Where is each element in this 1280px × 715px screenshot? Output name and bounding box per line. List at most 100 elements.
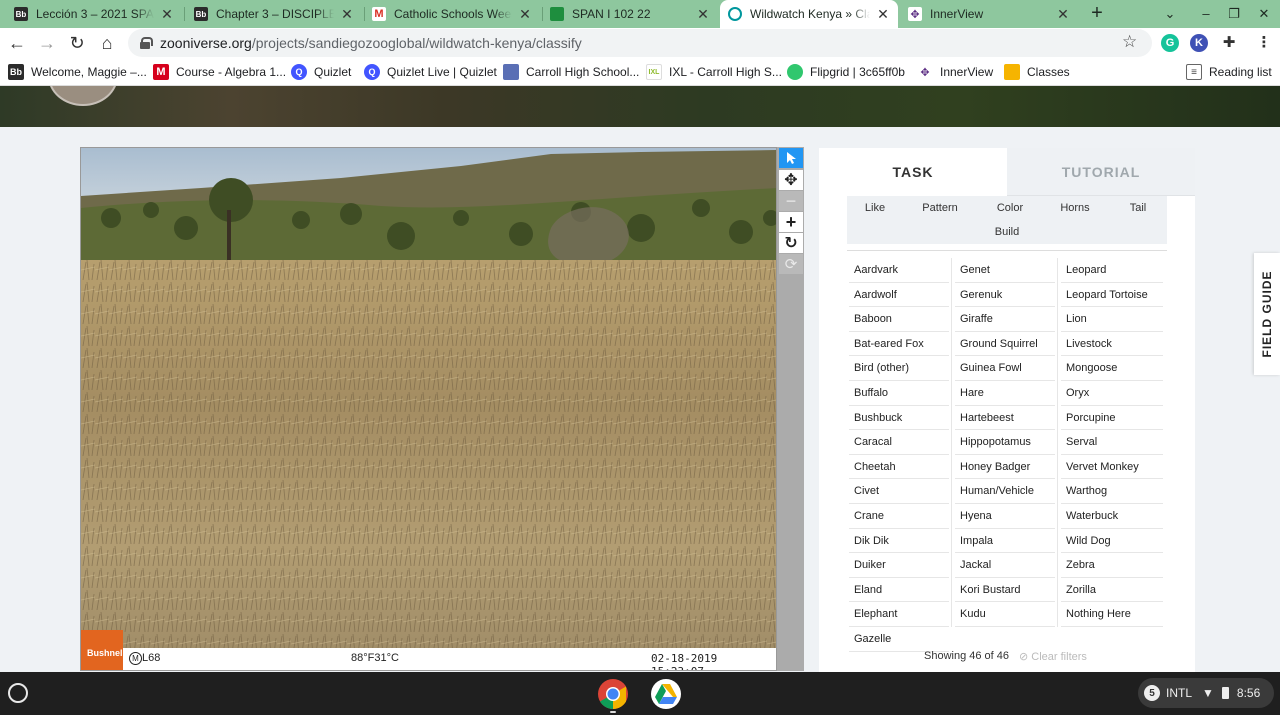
restore-icon[interactable]: ❐	[1220, 0, 1248, 28]
species-option[interactable]: Crane	[847, 504, 951, 528]
tab-catholic-schools-week[interactable]: M Catholic Schools Week ✕	[364, 0, 540, 28]
bookmark-quizlet-live[interactable]: Q Quizlet Live | Quizlet	[364, 58, 497, 86]
google-drive-icon[interactable]	[650, 678, 682, 710]
kami-icon[interactable]: K	[1190, 34, 1208, 52]
close-icon[interactable]: ✕	[696, 6, 710, 23]
tab-span-i[interactable]: SPAN I 102 22 ✕	[542, 0, 718, 28]
species-option[interactable]: Baboon	[847, 307, 951, 331]
launcher-icon[interactable]	[8, 683, 28, 703]
close-icon[interactable]: ✕	[1056, 6, 1070, 23]
grammarly-icon[interactable]: G	[1161, 34, 1179, 52]
bookmark-flipgrid[interactable]: Flipgrid | 3c65ff0b	[787, 58, 905, 86]
species-option[interactable]: Hippopotamus	[953, 430, 1057, 454]
species-option[interactable]: Jackal	[953, 553, 1057, 577]
bookmark-star-icon[interactable]: ☆	[1122, 32, 1137, 52]
bookmark-quizlet[interactable]: Q Quizlet	[291, 58, 351, 86]
species-option[interactable]: Kori Bustard	[953, 578, 1057, 602]
close-icon[interactable]: ✕	[876, 6, 890, 23]
filter-build[interactable]: Build	[847, 220, 1167, 244]
species-option[interactable]: Hyena	[953, 504, 1057, 528]
field-guide-tab[interactable]: FIELD GUIDE	[1254, 253, 1280, 375]
close-icon[interactable]: ✕	[340, 6, 354, 23]
tab-wildwatch-kenya[interactable]: Wildwatch Kenya » Classify ✕	[720, 0, 898, 28]
extensions-icon[interactable]: ✚	[1220, 34, 1238, 52]
species-option[interactable]: Gerenuk	[953, 283, 1057, 307]
species-option[interactable]: Lion	[1059, 307, 1165, 331]
tab-chapter-3[interactable]: Bb Chapter 3 – DISCIPLESHIP ✕	[186, 0, 362, 28]
species-option[interactable]: Livestock	[1059, 332, 1165, 356]
species-option[interactable]: Elephant	[847, 602, 951, 626]
zoom-out-icon[interactable]: −	[779, 191, 803, 211]
close-window-icon[interactable]: ✕	[1250, 0, 1278, 28]
species-option[interactable]: Duiker	[847, 553, 951, 577]
address-bar[interactable]: zooniverse.org/projects/sandiegozoogloba…	[128, 29, 1152, 57]
reading-list[interactable]: ≡ Reading list	[1186, 58, 1272, 86]
reload-icon[interactable]: ↻	[64, 30, 90, 56]
minimize-icon[interactable]: –	[1192, 0, 1220, 28]
species-option[interactable]: Guinea Fowl	[953, 356, 1057, 380]
menu-icon[interactable]: ⋮	[1255, 34, 1273, 52]
new-tab-button[interactable]: +	[1086, 0, 1108, 28]
bookmark-welcome[interactable]: Bb Welcome, Maggie –...	[8, 58, 147, 86]
close-icon[interactable]: ✕	[518, 6, 532, 23]
move-icon[interactable]: ✥	[779, 170, 803, 190]
species-option[interactable]: Nothing Here	[1059, 602, 1165, 626]
species-option[interactable]: Zorilla	[1059, 578, 1165, 602]
tab-task[interactable]: TASK	[819, 148, 1007, 196]
species-option[interactable]: Ground Squirrel	[953, 332, 1057, 356]
species-option[interactable]: Mongoose	[1059, 356, 1165, 380]
species-option[interactable]: Aardwolf	[847, 283, 951, 307]
bookmark-carroll-high[interactable]: Carroll High School...	[503, 58, 639, 86]
filter-pattern[interactable]: Pattern	[907, 196, 973, 220]
species-option[interactable]: Kudu	[953, 602, 1057, 626]
status-area[interactable]: 5 INTL ▼ 8:56	[1138, 678, 1274, 708]
tab-tutorial[interactable]: TUTORIAL	[1007, 148, 1195, 196]
close-icon[interactable]: ✕	[160, 6, 174, 23]
filter-tail[interactable]: Tail	[1109, 196, 1167, 220]
filter-like[interactable]: Like	[847, 196, 903, 220]
species-option[interactable]: Warthog	[1059, 479, 1165, 503]
reset-icon[interactable]: ⟳	[779, 254, 803, 274]
species-option[interactable]: Impala	[953, 529, 1057, 553]
species-option[interactable]: Waterbuck	[1059, 504, 1165, 528]
tab-search-icon[interactable]: ⌄	[1156, 0, 1184, 28]
species-option[interactable]: Human/Vehicle	[953, 479, 1057, 503]
species-option[interactable]: Buffalo	[847, 381, 951, 405]
select-pointer-icon[interactable]	[779, 148, 803, 168]
species-option[interactable]: Honey Badger	[953, 455, 1057, 479]
species-option[interactable]: Gazelle	[847, 627, 951, 651]
bookmark-classes[interactable]: Classes	[1004, 58, 1070, 86]
bookmark-course-algebra[interactable]: M Course - Algebra 1...	[153, 58, 286, 86]
species-option[interactable]: Cheetah	[847, 455, 951, 479]
species-option[interactable]: Porcupine	[1059, 406, 1165, 430]
species-option[interactable]: Caracal	[847, 430, 951, 454]
species-option[interactable]: Dik Dik	[847, 529, 951, 553]
species-option[interactable]: Hare	[953, 381, 1057, 405]
species-option[interactable]: Serval	[1059, 430, 1165, 454]
rotate-icon[interactable]: ↻	[779, 233, 803, 253]
species-option[interactable]: Wild Dog	[1059, 529, 1165, 553]
bookmark-innerview[interactable]: ✥ InnerView	[917, 58, 993, 86]
species-option[interactable]: Genet	[953, 258, 1057, 282]
species-option[interactable]: Oryx	[1059, 381, 1165, 405]
species-option[interactable]: Leopard Tortoise	[1059, 283, 1165, 307]
species-option[interactable]: Bat-eared Fox	[847, 332, 951, 356]
species-option[interactable]: Bushbuck	[847, 406, 951, 430]
clear-filters-button[interactable]: ⊘ Clear filters	[1019, 650, 1087, 663]
forward-icon[interactable]: →	[34, 30, 60, 56]
species-option[interactable]: Civet	[847, 479, 951, 503]
tab-leccion-3[interactable]: Bb Lección 3 – 2021 SPANISH ✕	[6, 0, 182, 28]
subject-image[interactable]: Bushnell ML68 88°F31°C 02-18-2019 15:23:…	[80, 147, 777, 671]
zoom-in-icon[interactable]: +	[779, 212, 803, 232]
species-option[interactable]: Leopard	[1059, 258, 1165, 282]
species-option[interactable]: Giraffe	[953, 307, 1057, 331]
bookmark-ixl[interactable]: IXL IXL - Carroll High S...	[646, 58, 782, 86]
tab-innerview[interactable]: ✥ InnerView ✕	[900, 0, 1078, 28]
species-option[interactable]: Vervet Monkey	[1059, 455, 1165, 479]
species-option[interactable]: Zebra	[1059, 553, 1165, 577]
back-icon[interactable]: ←	[4, 30, 30, 56]
filter-horns[interactable]: Horns	[1045, 196, 1105, 220]
species-option[interactable]: Aardvark	[847, 258, 951, 282]
filter-color[interactable]: Color	[977, 196, 1043, 220]
chrome-icon[interactable]	[597, 678, 629, 710]
